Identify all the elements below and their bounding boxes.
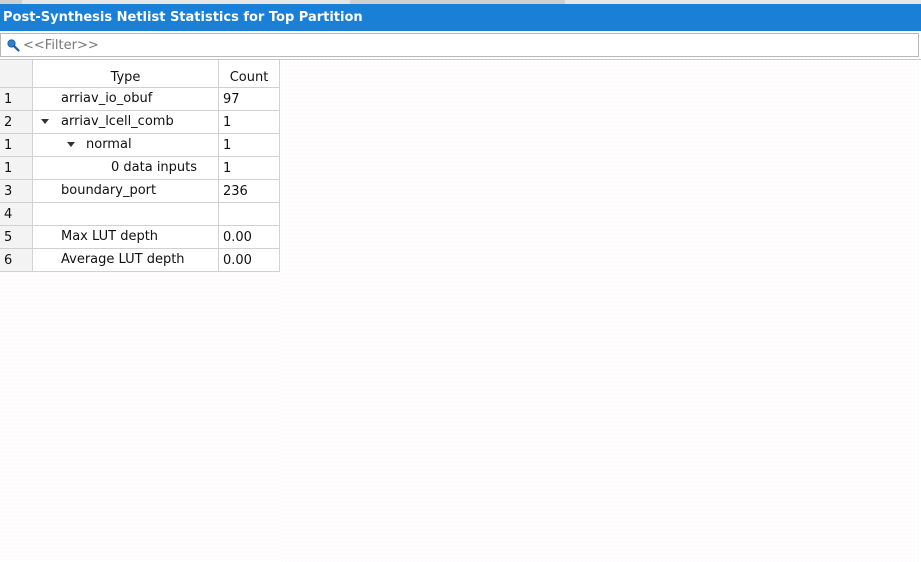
type-label: arriav_lcell_comb — [61, 114, 174, 129]
background-pattern — [0, 270, 280, 562]
row-number: 1 — [0, 156, 33, 180]
type-cell: 0 data inputs — [32, 156, 219, 180]
table-row[interactable]: 1 arriav_io_obuf 97 — [0, 87, 280, 111]
type-cell: Average LUT depth — [32, 248, 219, 272]
table-row[interactable]: 3 boundary_port 236 — [0, 179, 280, 203]
search-icon — [7, 39, 20, 52]
table-row[interactable]: 5 Max LUT depth 0.00 — [0, 225, 280, 249]
type-label: Max LUT depth — [61, 229, 159, 244]
row-number: 4 — [0, 202, 33, 226]
count-cell: 1 — [218, 133, 280, 157]
count-cell: 0.00 — [218, 248, 280, 272]
table-row[interactable]: 4 — [0, 202, 280, 226]
table-row[interactable]: 1 normal 1 — [0, 133, 280, 157]
filter-input[interactable] — [23, 36, 903, 54]
type-label: boundary_port — [61, 183, 157, 198]
type-cell: arriav_io_obuf — [32, 87, 219, 111]
triangle-down-icon[interactable] — [41, 119, 49, 124]
type-label: 0 data inputs — [111, 160, 198, 175]
column-header-type[interactable]: Type — [32, 60, 219, 88]
corner-cell[interactable] — [0, 60, 33, 88]
row-number: 2 — [0, 110, 33, 134]
type-cell — [32, 202, 219, 226]
table-row[interactable]: 2 arriav_lcell_comb 1 — [0, 110, 280, 134]
type-label: arriav_io_obuf — [61, 91, 153, 106]
count-cell: 1 — [218, 156, 280, 180]
table-row[interactable]: 1 0 data inputs 1 — [0, 156, 280, 180]
row-number: 5 — [0, 225, 33, 249]
type-cell: arriav_lcell_comb — [32, 110, 219, 134]
netlist-stats-table: Type Count 1 arriav_io_obuf 97 2 arriav_… — [0, 60, 280, 272]
row-number: 1 — [0, 133, 33, 157]
count-cell: 97 — [218, 87, 280, 111]
triangle-down-icon[interactable] — [67, 142, 75, 147]
row-number: 1 — [0, 87, 33, 111]
type-label: Average LUT depth — [61, 252, 185, 267]
table-row[interactable]: 6 Average LUT depth 0.00 — [0, 248, 280, 272]
background-pattern — [280, 60, 921, 562]
type-label: normal — [86, 137, 132, 152]
type-cell: normal — [32, 133, 219, 157]
row-number: 3 — [0, 179, 33, 203]
panel-title: Post-Synthesis Netlist Statistics for To… — [0, 4, 921, 31]
count-cell — [218, 202, 280, 226]
count-cell: 236 — [218, 179, 280, 203]
count-cell: 0.00 — [218, 225, 280, 249]
type-cell: Max LUT depth — [32, 225, 219, 249]
filter-bar[interactable] — [0, 33, 919, 57]
count-cell: 1 — [218, 110, 280, 134]
type-cell: boundary_port — [32, 179, 219, 203]
row-number: 6 — [0, 248, 33, 272]
column-header-count[interactable]: Count — [218, 60, 280, 88]
table-header-row: Type Count — [0, 60, 280, 88]
